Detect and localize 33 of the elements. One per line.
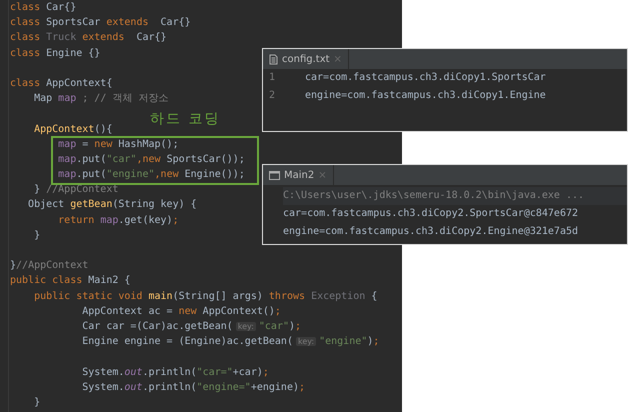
code-line: class Car{} <box>10 2 76 13</box>
config-line: engine=com.fastcampus.ch3.diCopy1.Engine <box>305 89 546 103</box>
code-line: class Truck extends Car{} <box>10 32 167 44</box>
code-line: public static void main(String[] args) throws Exception { <box>33 290 378 302</box>
code-line: } <box>33 230 40 241</box>
file-icon <box>269 54 278 64</box>
line-number: 2 <box>268 89 276 103</box>
console-command: C:\Users\user\.jdks\semeru-18.0.2\bin\java.exe ... <box>283 187 627 205</box>
code-line: map.put("car",new SportsCar()); <box>57 154 245 165</box>
code-line: AppContext(){ <box>33 124 112 134</box>
code-line: return map.get(key); <box>57 214 179 226</box>
code-line: } <box>33 396 40 408</box>
code-line: map.put("engine",new Engine()); <box>57 169 245 180</box>
code-line: class AppContext{ <box>10 78 112 89</box>
code-line: Car car =(Car)ac.getBean( key: "car"); <box>81 320 302 332</box>
console-icon <box>269 170 280 180</box>
console-output: engine=com.fastcampus.ch3.diCopy2.Engine@321e7a5d <box>283 225 580 239</box>
code-line: }//AppContext <box>10 260 88 272</box>
code-line: } //AppContext <box>33 184 118 196</box>
code-line: class Engine {} <box>10 48 100 59</box>
code-line: public class Main2 { <box>10 275 130 286</box>
code-line: class SportsCar extends Car{} <box>10 17 191 28</box>
code-line: AppContext ac = new AppContext(); <box>81 306 281 317</box>
annotation-label: 하드 코딩 <box>150 110 220 128</box>
console-output: car=com.fastcampus.ch3.diCopy2.SportsCar@c847e672 <box>283 207 580 221</box>
code-line: Object getBean(String key) { <box>27 199 197 210</box>
code-line: Engine engine = (Engine)ac.getBean( key: "engine"); <box>81 336 380 348</box>
code-line: System.out.println("car="+car); <box>81 366 269 378</box>
code-line: Map map ; // 객체 저장소 <box>33 93 168 104</box>
code-line: map = new HashMap(); <box>57 138 179 150</box>
config-line: car=com.fastcampus.ch3.diCopy1.SportsCar <box>305 71 546 85</box>
code-line: System.out.println("engine="+engine); <box>81 382 306 393</box>
line-number: 1 <box>268 71 276 85</box>
